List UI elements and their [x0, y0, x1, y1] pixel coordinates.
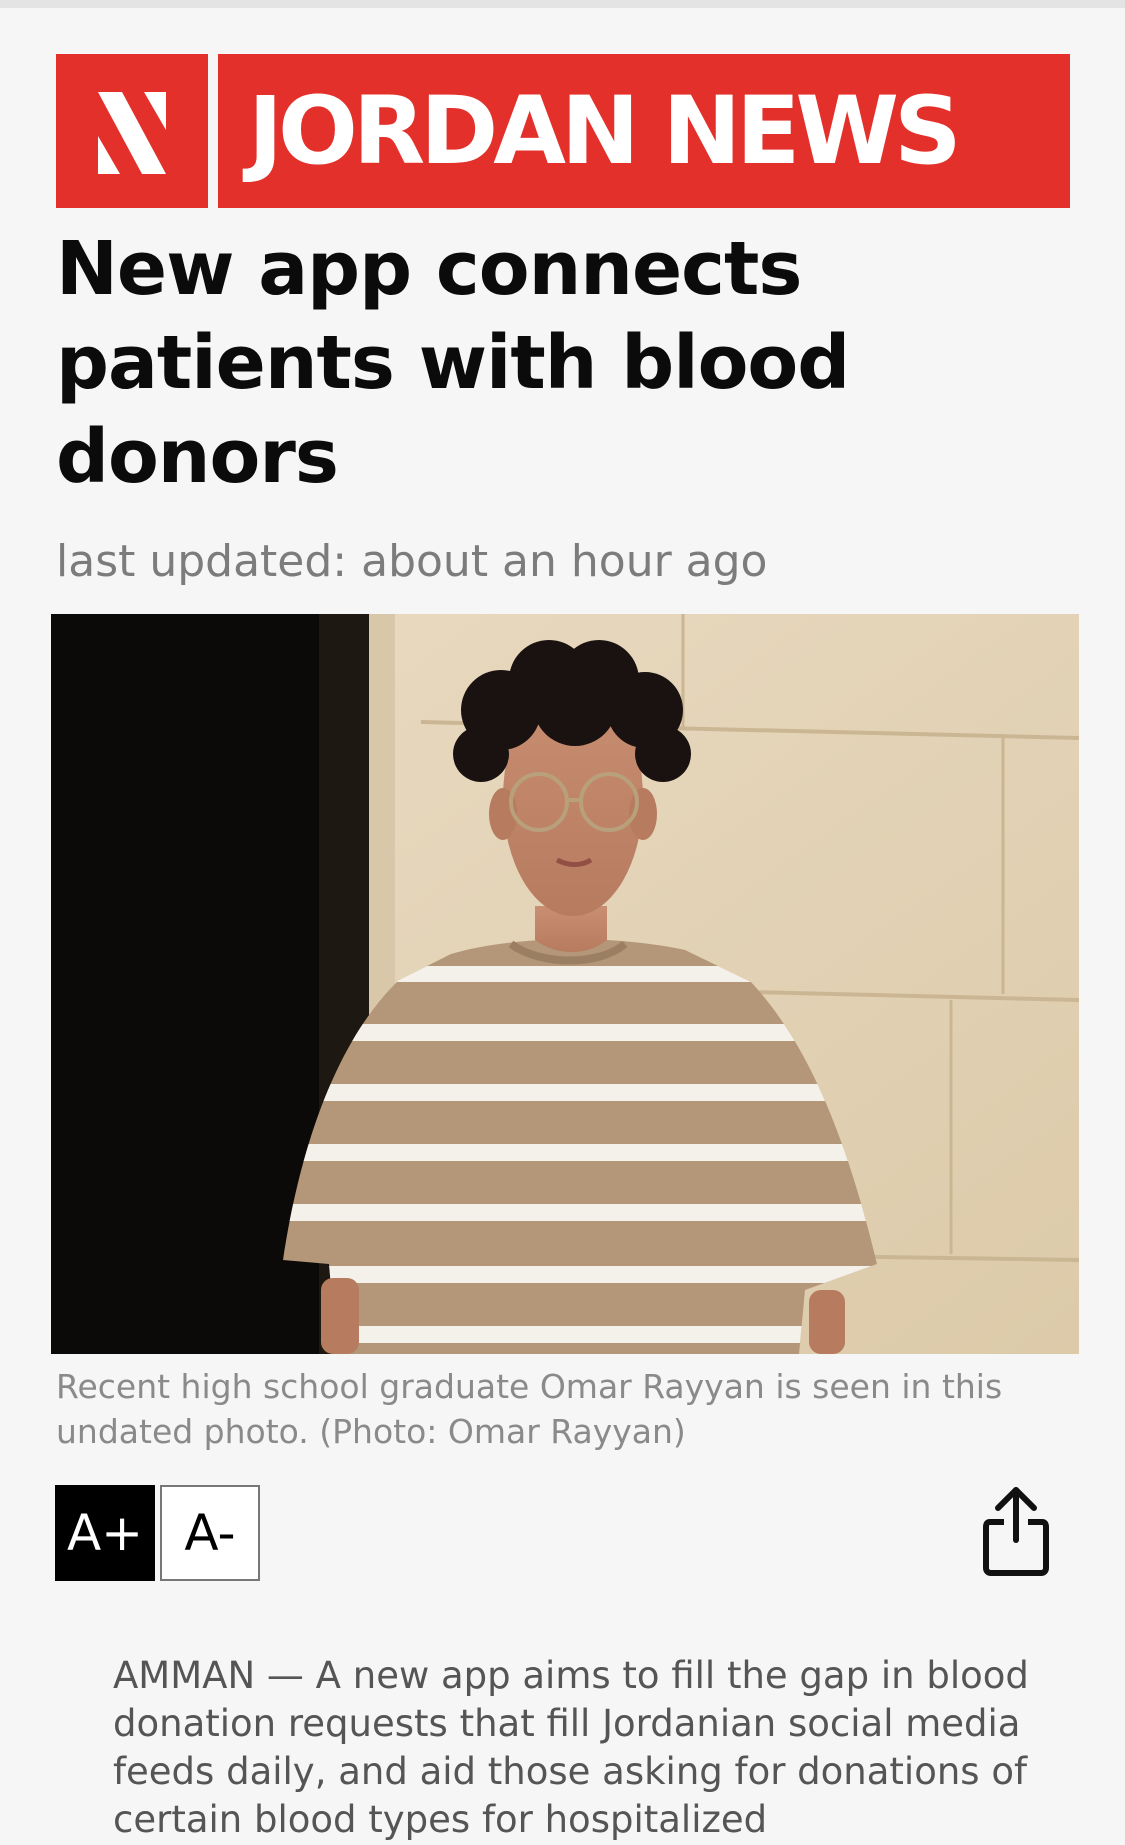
- photo-caption: Recent high school graduate Omar Rayyan …: [56, 1367, 1003, 1451]
- logo-separator: [208, 54, 218, 208]
- status-divider: [0, 0, 1125, 8]
- masthead[interactable]: JORDAN NEWS: [56, 54, 1070, 208]
- increase-font-button[interactable]: A+: [55, 1485, 155, 1581]
- last-updated-time: last updated: about an hour ago: [56, 536, 768, 587]
- decrease-font-button[interactable]: A-: [160, 1485, 260, 1581]
- article-headline: New app connects patients with blood don…: [56, 226, 850, 500]
- brand-banner[interactable]: JORDAN NEWS: [218, 54, 1070, 208]
- jordan-news-logo-icon[interactable]: [56, 54, 208, 208]
- article-photo: [51, 614, 1079, 1354]
- article-body: AMMAN — A new app aims to fill the gap i…: [113, 1654, 1029, 1841]
- font-size-controls: A+ A-: [55, 1485, 260, 1581]
- share-icon[interactable]: [982, 1484, 1050, 1578]
- brand-name: JORDAN NEWS: [248, 76, 962, 186]
